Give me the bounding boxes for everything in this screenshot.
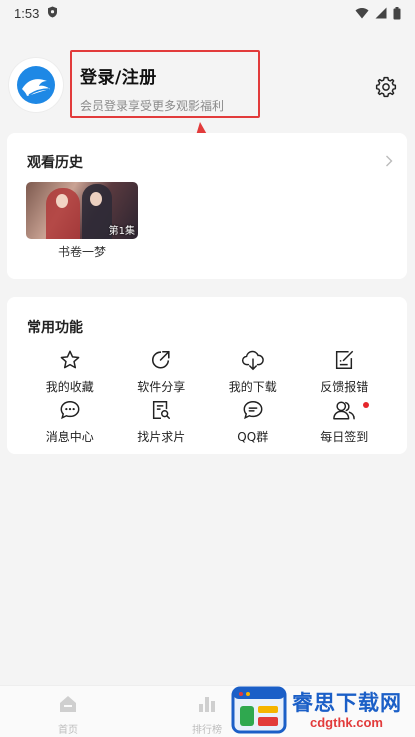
- search-document-icon: [149, 398, 173, 422]
- login-register-button[interactable]: 登录/注册 会员登录享受更多观影福利: [70, 50, 260, 118]
- watermark-domain: cdgthk.com: [310, 715, 383, 730]
- qq-group-button[interactable]: QQ群: [207, 398, 299, 448]
- cellular-signal-icon: [375, 7, 387, 19]
- nav-home-label: 首页: [58, 725, 78, 736]
- daily-checkin-button[interactable]: 每日签到: [299, 398, 391, 448]
- chat-group-icon: [241, 398, 265, 422]
- settings-button[interactable]: [374, 75, 398, 99]
- share-app-label: 软件分享: [137, 380, 186, 394]
- request-movie-label: 找片求片: [137, 430, 186, 444]
- battery-icon: [393, 6, 401, 20]
- favorites-label: 我的收藏: [45, 380, 94, 394]
- history-item-title[interactable]: 书卷一梦: [26, 243, 138, 260]
- message-center-button[interactable]: 消息中心: [24, 398, 116, 448]
- history-thumbnail[interactable]: 第1集: [26, 182, 138, 239]
- watermark-text: 睿思下载网: [292, 691, 402, 715]
- home-icon: [58, 694, 78, 718]
- nav-ranking[interactable]: 排行榜: [177, 694, 237, 736]
- gear-icon: [375, 76, 397, 98]
- star-icon: [58, 348, 82, 372]
- app-logo-icon: [17, 66, 55, 104]
- bar-chart-icon: [197, 694, 217, 718]
- shield-icon: [47, 6, 58, 21]
- login-title: 登录/注册: [80, 68, 157, 88]
- episode-badge: 第1集: [108, 226, 135, 237]
- share-icon: [149, 348, 173, 372]
- nav-ranking-label: 排行榜: [192, 725, 222, 736]
- chat-bubble-icon: [58, 398, 82, 422]
- favorites-button[interactable]: 我的收藏: [24, 348, 116, 398]
- users-checkin-icon: [332, 398, 356, 422]
- daily-checkin-label: 每日签到: [320, 430, 369, 444]
- nav-home[interactable]: 首页: [38, 694, 98, 736]
- chevron-right-icon[interactable]: [385, 152, 393, 171]
- wifi-icon: [355, 7, 369, 19]
- watermark-logo-icon: [231, 686, 287, 734]
- status-bar: 1:53: [0, 0, 415, 26]
- downloads-button[interactable]: 我的下载: [207, 348, 299, 398]
- feedback-edit-icon: [332, 348, 356, 372]
- watch-history-title: 观看历史: [27, 155, 83, 171]
- watch-history-card: 观看历史 第1集 书卷一梦: [7, 133, 407, 279]
- downloads-label: 我的下载: [228, 380, 277, 394]
- qq-group-label: QQ群: [237, 430, 269, 444]
- notification-dot: [362, 402, 369, 408]
- feedback-button[interactable]: 反馈报错: [299, 348, 391, 398]
- status-time: 1:53: [14, 5, 40, 21]
- login-subtitle: 会员登录享受更多观影福利: [80, 99, 225, 113]
- feedback-label: 反馈报错: [320, 380, 369, 394]
- request-movie-button[interactable]: 找片求片: [116, 398, 208, 448]
- message-center-label: 消息中心: [45, 430, 94, 444]
- common-functions-title: 常用功能: [27, 320, 83, 336]
- cloud-download-icon: [241, 348, 265, 372]
- share-app-button[interactable]: 软件分享: [116, 348, 208, 398]
- watermark: 睿思下载网 cdgthk.com: [230, 684, 415, 737]
- avatar[interactable]: [9, 58, 63, 112]
- common-functions-card: 常用功能 我的收藏 软件分享 我的下载 反馈报错 消息中心 找片求片 QQ群 每…: [7, 297, 407, 454]
